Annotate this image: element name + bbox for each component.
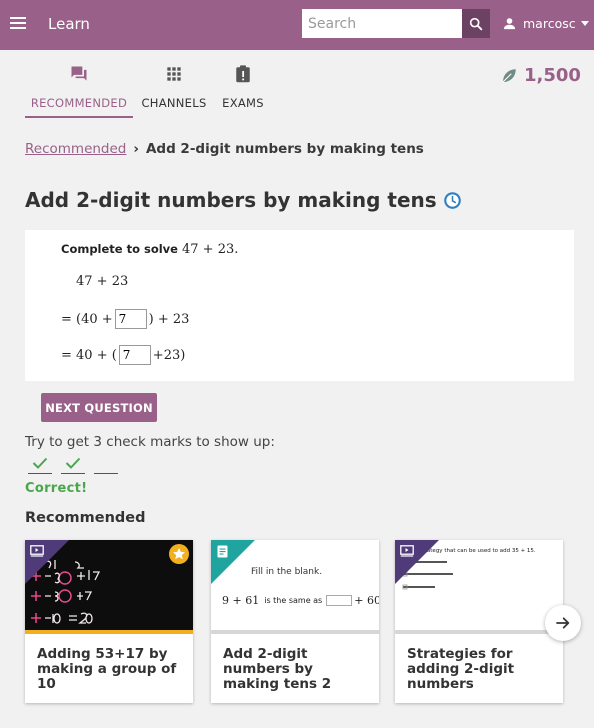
math-text: ) + 23 (148, 311, 190, 327)
clock-icon (443, 191, 461, 209)
leaf-points-icon (502, 68, 516, 82)
breadcrumb-recommended-link[interactable]: Recommended (25, 141, 126, 157)
thumb-expression: 9 + 61 (222, 594, 260, 607)
math-line-2: = (40 + ) + 23 (61, 309, 189, 329)
tab-label: EXAMS (222, 96, 264, 110)
check-slot-filled (28, 452, 52, 474)
exercise-doc-icon (217, 545, 228, 558)
thumb-text: Fill in the blank. (251, 567, 323, 577)
exercise-panel: Complete to solve 47 + 23. 47 + 23 = (40… (25, 230, 574, 381)
breadcrumb-current: Add 2-digit numbers by making tens (145, 141, 424, 157)
points-value: 1,500 (524, 65, 581, 86)
tab-exams[interactable]: EXAMS (218, 62, 268, 118)
card-title: Add 2-digit numbers by making tens 2 (223, 646, 332, 692)
page-title: Add 2-digit numbers by making tens (25, 188, 437, 212)
progress-bar (211, 630, 379, 634)
correct-status: Correct! (25, 481, 88, 496)
user-menu[interactable]: marcosc (502, 16, 589, 31)
answer-input-2[interactable] (118, 345, 151, 365)
content-card[interactable]: Adding 53+17 by making a group of 10 (25, 540, 193, 703)
app-bar: Learn marcosc (0, 0, 594, 50)
arrow-right-icon (556, 617, 570, 629)
tab-recommended[interactable]: RECOMMENDED (25, 62, 133, 118)
recommended-heading: Recommended (25, 510, 146, 526)
thumb-blank-box (326, 595, 353, 606)
math-line-3: = 40 + ( +23) (61, 345, 185, 365)
card-thumbnail (25, 540, 193, 634)
math-text: = (40 + (61, 311, 113, 327)
card-thumbnail: Strategy that can be used to add 35 + 15… (395, 540, 563, 634)
thumb-expression: + 60 (354, 594, 379, 607)
check-slot-filled (61, 452, 85, 474)
apps-grid-icon (167, 67, 181, 81)
username: marcosc (523, 16, 576, 31)
thumb-sketch (395, 540, 453, 590)
thumb-math: 9 + 61 is the same as + 60 (222, 594, 379, 607)
person-icon (503, 18, 516, 30)
prompt-expression: 47 + 23. (182, 242, 239, 257)
card-title: Adding 53+17 by making a group of 10 (37, 646, 177, 692)
search-input[interactable] (302, 9, 462, 38)
math-line-1: 47 + 23 (76, 274, 129, 289)
forum-icon (71, 66, 87, 81)
tab-label: CHANNELS (141, 96, 207, 110)
check-icon (65, 457, 81, 469)
progress-bar (395, 630, 563, 634)
exercise-prompt: Complete to solve 47 + 23. (61, 242, 238, 257)
tab-label: RECOMMENDED (30, 96, 128, 110)
math-text: = 40 + ( (61, 347, 117, 363)
check-icon (32, 457, 48, 469)
answer-input-1[interactable] (114, 309, 147, 329)
video-icon (400, 545, 414, 557)
chevron-down-icon (580, 21, 589, 26)
check-mark-tracker (28, 452, 127, 474)
star-badge-icon (169, 544, 189, 564)
tab-channels[interactable]: CHANNELS (138, 62, 210, 118)
menu-icon[interactable] (9, 14, 29, 36)
progress-instruction: Try to get 3 check marks to show up: (25, 434, 275, 450)
breadcrumb: Recommended › Add 2-digit numbers by mak… (25, 141, 424, 157)
top-navigation: RECOMMENDED CHANNELS EXAMS (0, 50, 594, 128)
search-box (302, 9, 490, 38)
points-display: 1,500 (500, 65, 581, 86)
next-cards-button[interactable] (545, 605, 581, 641)
search-icon (469, 17, 483, 30)
search-button[interactable] (462, 9, 490, 38)
content-card[interactable]: Strategy that can be used to add 35 + 15… (395, 540, 563, 703)
next-question-button[interactable]: NEXT QUESTION (41, 393, 157, 422)
card-title: Strategies for adding 2-digit numbers (407, 646, 515, 692)
math-text: +23) (152, 347, 186, 363)
video-icon (30, 545, 44, 557)
thumb-phrase: is the same as (264, 596, 323, 605)
prompt-text: Complete to solve (61, 242, 178, 256)
chalkboard-thumbnail (25, 540, 101, 624)
clipboard-exam-icon (236, 65, 250, 83)
card-thumbnail: Fill in the blank. 9 + 61 is the same as… (211, 540, 379, 634)
progress-bar (25, 630, 193, 634)
check-slot-empty (94, 452, 118, 474)
page-title-row: Add 2-digit numbers by making tens (25, 188, 462, 212)
app-title: Learn (48, 15, 90, 33)
breadcrumb-separator: › (133, 141, 139, 157)
content-card[interactable]: Fill in the blank. 9 + 61 is the same as… (211, 540, 379, 703)
